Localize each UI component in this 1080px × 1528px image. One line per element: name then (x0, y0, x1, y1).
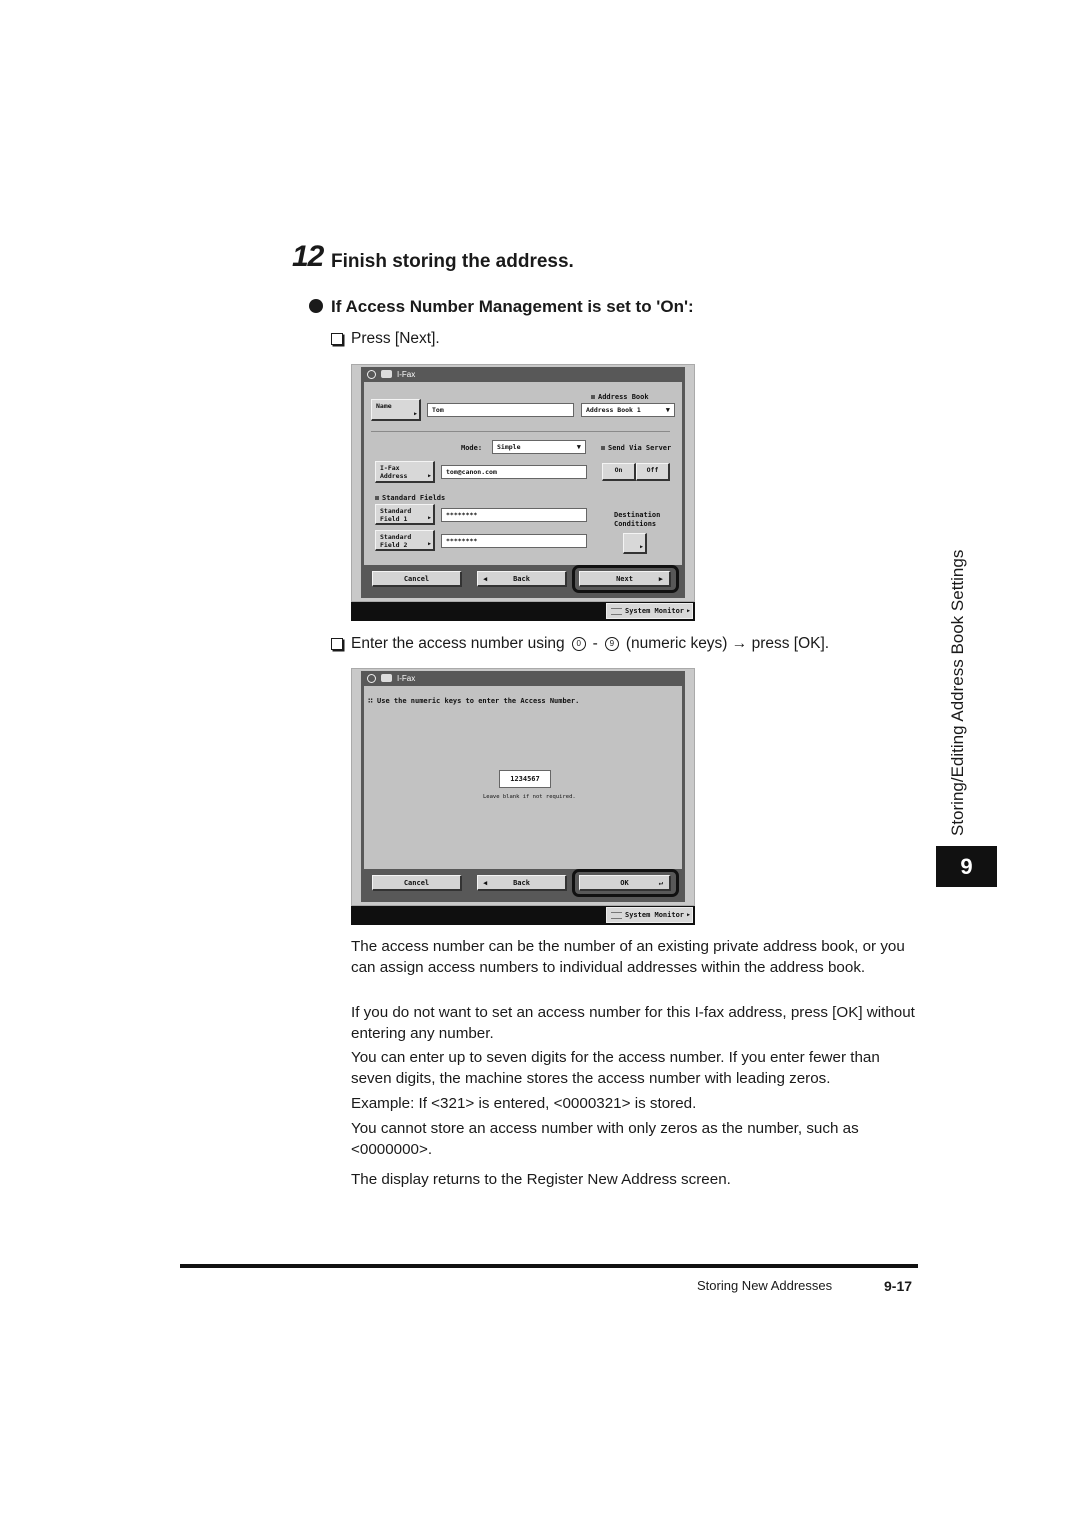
monitor-icon (611, 607, 622, 615)
ifax-address-button[interactable]: I-Fax Address ▶ (375, 461, 435, 483)
address-book-value: Address Book 1 (586, 406, 641, 414)
ifax-icon (381, 674, 392, 682)
standard-fields-label: Standard Fields (375, 494, 445, 502)
chapter-number-tab: 9 (936, 846, 997, 887)
screen-title: I-Fax (397, 673, 416, 683)
screen-title: I-Fax (397, 369, 416, 379)
triangle-right-icon: ▶ (413, 411, 417, 417)
standard-field-1-button[interactable]: Standard Field 1 ▶ (375, 504, 435, 525)
settings-icon (367, 369, 376, 379)
dash: - (592, 635, 598, 652)
triangle-right-icon: ▶ (427, 515, 431, 521)
name-field[interactable]: Tom (427, 403, 574, 417)
divider (371, 431, 670, 432)
triangle-right-icon: ▶ (427, 541, 431, 547)
name-button-label: Name (376, 402, 392, 410)
send-via-server-off-button[interactable]: Off (636, 463, 670, 481)
cancel-button[interactable]: Cancel (372, 875, 462, 891)
paragraph-no-access-number: If you do not want to set an access numb… (351, 1004, 915, 1042)
mode-label: Mode: (461, 444, 483, 452)
paragraph-display-returns: The display returns to the Register New … (351, 1171, 731, 1188)
system-monitor-label: System Monitor (625, 911, 685, 919)
chevron-down-icon: ▼ (665, 406, 670, 414)
system-monitor-label: System Monitor (625, 607, 685, 615)
step-number: 12 (292, 240, 324, 273)
highlight-next-outline (572, 565, 679, 593)
paragraph-access-number-info: The access number can be the number of a… (351, 938, 905, 976)
send-via-server-on-button[interactable]: On (602, 463, 636, 481)
back-label: Back (513, 878, 530, 887)
standard-field-2-input[interactable]: ******** (441, 534, 587, 548)
checkbox-icon (331, 638, 343, 650)
back-button[interactable]: ◀ Back (477, 571, 567, 587)
checkbox-icon (331, 333, 343, 345)
triangle-right-icon: ▶ (687, 608, 691, 614)
instruction-press-next: Press [Next]. (331, 329, 440, 349)
ifax-address-field[interactable]: tom@canon.com (441, 465, 587, 479)
settings-icon (367, 673, 376, 683)
standard-field-1-input[interactable]: ******** (441, 508, 587, 522)
send-via-server-label: Send Via Server (601, 444, 671, 452)
bullet-icon (309, 299, 323, 313)
prompt-text: ∷ Use the numeric keys to enter the Acce… (368, 696, 580, 705)
access-number-field[interactable]: 1234567 (499, 770, 551, 788)
system-monitor-button[interactable]: System Monitor ▶ (606, 907, 693, 923)
hint-text: Leave blank if not required. (483, 794, 576, 800)
back-label: Back (513, 574, 530, 583)
keypad-icon: ∷ (368, 696, 373, 705)
numeric-key-0-icon: 0 (571, 637, 586, 651)
sf1-line2: Field 1 (380, 515, 408, 523)
screen-title-bar: I-Fax (361, 367, 685, 381)
footer-section-title: Storing New Addresses (697, 1278, 833, 1293)
highlight-ok-outline (572, 869, 679, 897)
instruction-text-suffix: (numeric keys) → press [OK]. (625, 635, 830, 652)
address-book-label: Address Book (591, 393, 649, 401)
cancel-button[interactable]: Cancel (372, 571, 462, 587)
ifax-button-line2: Address (380, 472, 408, 480)
triangle-right-icon: ▶ (639, 544, 643, 550)
triangle-left-icon: ◀ (483, 878, 488, 887)
ifax-register-screen: I-Fax Name ▶ Tom Address Book Address Bo… (351, 364, 695, 621)
instruction-text: Press [Next]. (351, 330, 440, 347)
chapter-side-title: Storing/Editing Address Book Settings (948, 549, 967, 836)
mode-dropdown[interactable]: Simple ▼ (492, 440, 586, 454)
ifax-button-line1: I-Fax (380, 464, 400, 472)
instruction-enter-number: Enter the access number using 0 - 9 (num… (331, 634, 829, 654)
destination-conditions-label: Destination Conditions (614, 511, 661, 528)
paragraph-zeros: You cannot store an access number with o… (351, 1120, 859, 1158)
instruction-text: Enter the access number using (351, 635, 565, 652)
chevron-down-icon: ▼ (576, 443, 581, 451)
triangle-right-icon: ▶ (687, 912, 691, 918)
triangle-right-icon: ▶ (427, 473, 431, 479)
standard-field-2-button[interactable]: Standard Field 2 ▶ (375, 530, 435, 551)
form-panel: Name ▶ Tom Address Book Address Book 1 ▼… (364, 382, 682, 565)
sf2-line2: Field 2 (380, 541, 408, 549)
footer-rule (180, 1264, 918, 1268)
sf1-line1: Standard (380, 507, 412, 515)
monitor-icon (611, 911, 622, 919)
access-number-panel: ∷ Use the numeric keys to enter the Acce… (364, 686, 682, 869)
paragraph-example: Example: If <321> is entered, <0000321> … (351, 1095, 697, 1112)
paragraph-seven-digits: You can enter up to seven digits for the… (351, 1049, 880, 1087)
triangle-left-icon: ◀ (483, 574, 488, 583)
mode-value: Simple (497, 443, 521, 451)
ifax-icon (381, 370, 392, 378)
step-title: Finish storing the address. (331, 251, 574, 272)
access-number-screen: I-Fax ∷ Use the numeric keys to enter th… (351, 668, 695, 925)
back-button[interactable]: ◀ Back (477, 875, 567, 891)
system-monitor-button[interactable]: System Monitor ▶ (606, 603, 693, 619)
numeric-key-9-icon: 9 (604, 637, 619, 651)
condition-title: If Access Number Management is set to 'O… (331, 297, 694, 316)
page-number: 9-17 (884, 1278, 913, 1294)
address-book-dropdown[interactable]: Address Book 1 ▼ (581, 403, 675, 417)
screen-title-bar: I-Fax (361, 671, 685, 685)
name-button[interactable]: Name ▶ (371, 399, 421, 421)
destination-conditions-button[interactable]: ▶ (623, 533, 647, 554)
sf2-line1: Standard (380, 533, 412, 541)
